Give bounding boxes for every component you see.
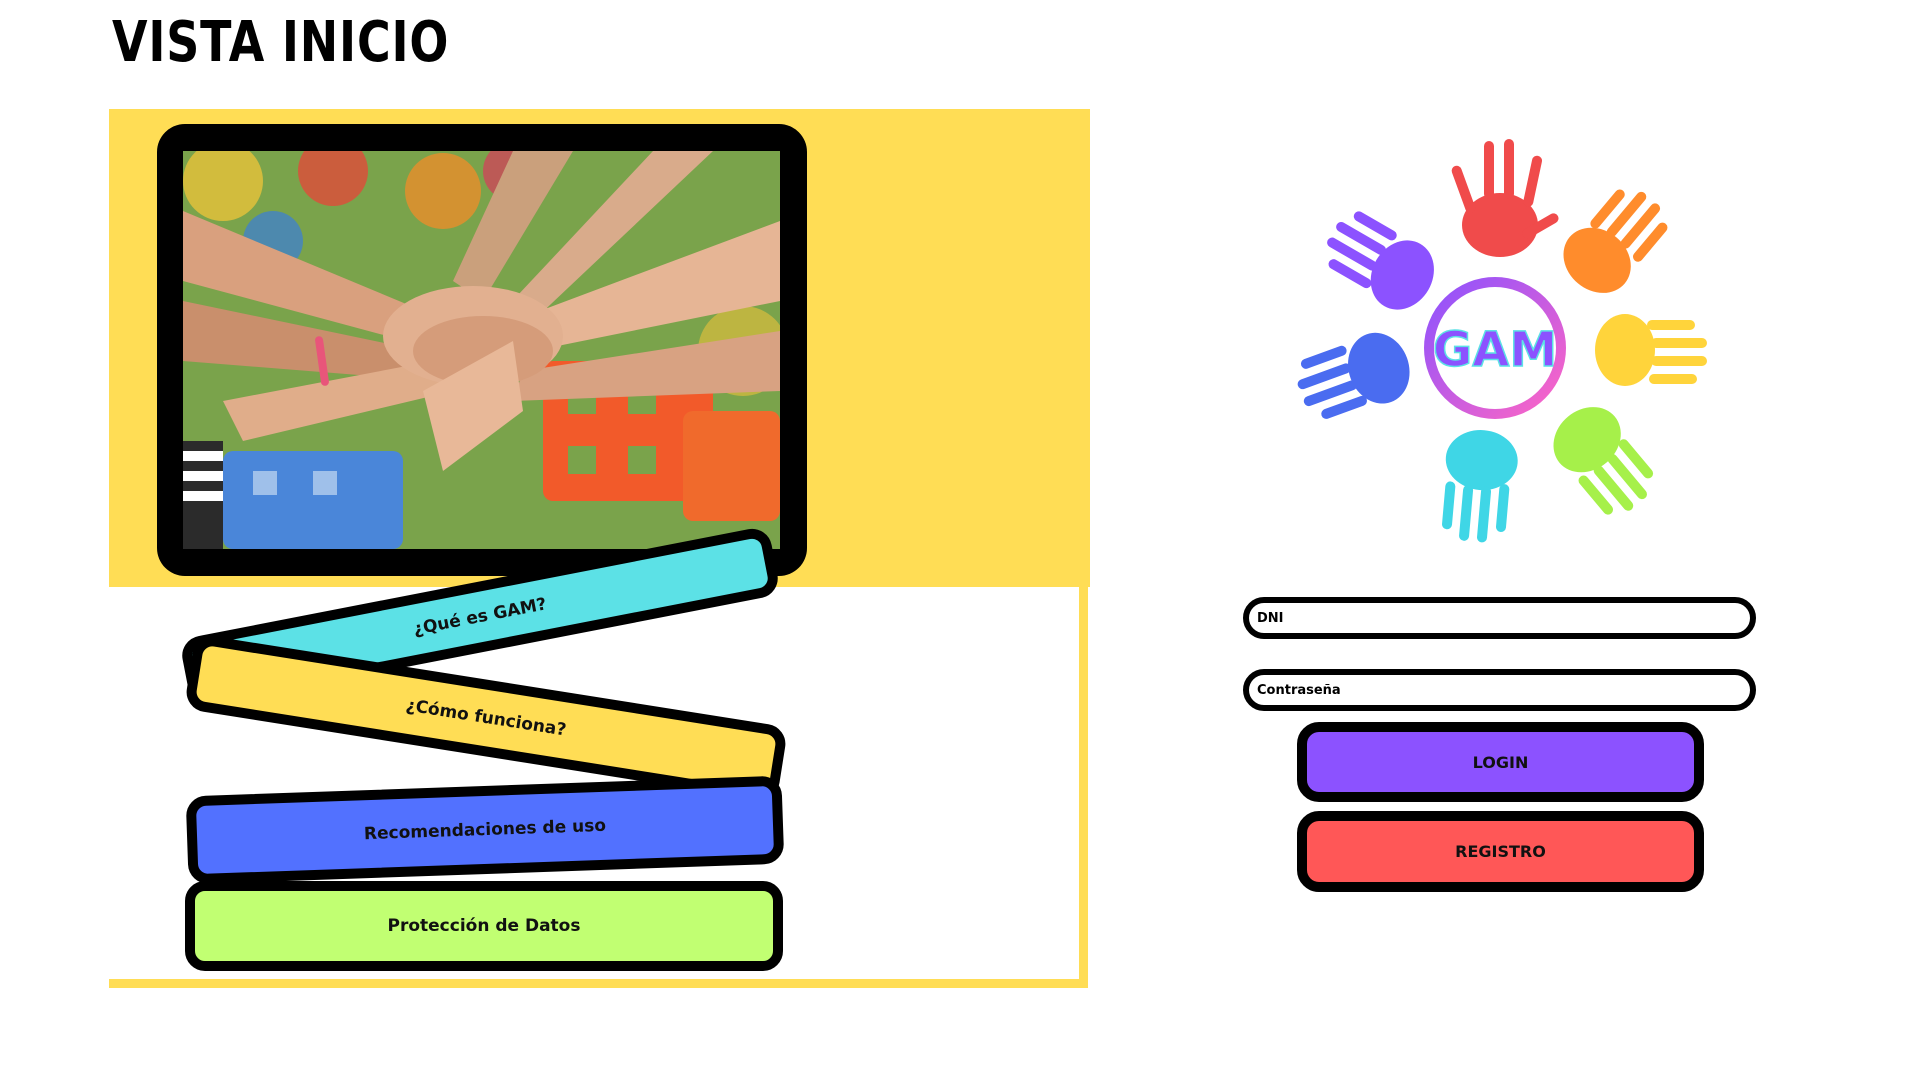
logo-text: GAM [1433,322,1557,378]
register-button[interactable]: REGISTRO [1297,811,1704,892]
menu-item-label: ¿Cómo funciona? [404,695,568,741]
menu-item-label: Recomendaciones de uso [363,815,607,845]
handprint-yellow-icon [1595,314,1707,386]
gam-logo: GAM [1297,139,1707,543]
menu-item-label: Protección de Datos [387,916,581,936]
register-button-label: REGISTRO [1455,842,1546,861]
handprint-blue-icon [1297,332,1410,419]
hands-photo-illustration [183,151,780,549]
menu-item-proteccion-datos[interactable]: Protección de Datos [185,881,783,971]
handprint-cyan-icon [1442,430,1518,543]
dni-input[interactable] [1243,597,1756,639]
handprint-red-icon [1451,139,1559,257]
handprint-orange-icon [1563,189,1668,293]
photo-frame [157,124,807,576]
login-button-label: LOGIN [1472,752,1529,772]
handprint-green-icon [1553,407,1654,515]
handprint-purple-icon [1327,211,1434,310]
page-title: VISTA INICIO [112,10,450,75]
hands-together-photo [183,151,780,549]
password-input[interactable] [1243,669,1756,711]
menu-item-label: ¿Qué es GAM? [411,594,549,640]
login-button[interactable]: LOGIN [1297,722,1704,802]
